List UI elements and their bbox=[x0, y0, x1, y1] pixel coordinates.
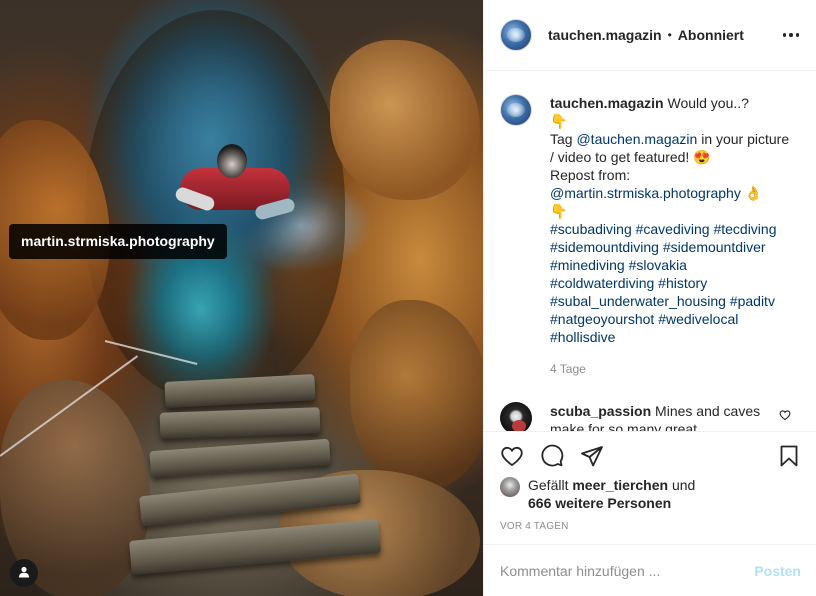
hashtag-line[interactable]: #natgeoyourshot #wedivelocal bbox=[550, 310, 795, 328]
hashtag-line[interactable]: #hollisdive bbox=[550, 328, 795, 346]
tagged-users-button[interactable] bbox=[10, 559, 38, 587]
likes-prefix: Gefällt bbox=[528, 477, 569, 493]
caption-username[interactable]: tauchen.magazin bbox=[550, 95, 664, 111]
comment-icon[interactable] bbox=[540, 444, 564, 468]
author-avatar[interactable] bbox=[500, 19, 532, 51]
add-comment-bar: Posten bbox=[484, 544, 816, 596]
hashtag-line[interactable]: #subal_underwater_housing #paditv bbox=[550, 292, 795, 310]
caption-line: 👇 bbox=[550, 113, 568, 129]
author-username[interactable]: tauchen.magazin bbox=[548, 27, 662, 43]
likes-connector: und bbox=[671, 477, 696, 493]
rock-wall bbox=[330, 40, 480, 200]
likes-summary: Gefällt meer_tierchen und 666 weitere Pe… bbox=[484, 476, 816, 512]
caption-line: Tag bbox=[550, 131, 573, 147]
rock-wall bbox=[350, 300, 483, 490]
comment-text: scuba_passion Mines and caves make for s… bbox=[550, 402, 770, 431]
bookmark-icon[interactable] bbox=[777, 444, 801, 468]
ellipsis-icon[interactable] bbox=[780, 25, 802, 45]
comments-list[interactable]: tauchen.magazin Would you..? 👇 Tag @tauc… bbox=[484, 72, 816, 431]
hashtag-line[interactable]: #minediving #slovakia bbox=[550, 256, 795, 274]
liker-username[interactable]: meer_tierchen bbox=[572, 477, 668, 493]
commenter-username[interactable]: scuba_passion bbox=[550, 403, 651, 419]
commenter-avatar[interactable] bbox=[500, 402, 532, 431]
caption-line: Repost from: bbox=[550, 167, 631, 183]
heart-icon[interactable] bbox=[500, 444, 524, 468]
share-icon[interactable] bbox=[580, 444, 604, 468]
comment-input[interactable] bbox=[500, 562, 755, 579]
list-item: scuba_passion Mines and caves make for s… bbox=[500, 402, 801, 431]
caption: tauchen.magazin Would you..? 👇 Tag @tauc… bbox=[500, 94, 801, 378]
post-date[interactable]: VOR 4 TAGEN bbox=[484, 521, 816, 532]
likes-count-link[interactable]: 666 weitere Personen bbox=[528, 495, 671, 511]
post-header: tauchen.magazin • Abonniert bbox=[484, 0, 816, 71]
hashtag-line[interactable]: #sidemountdiving #sidemountdiver bbox=[550, 238, 795, 256]
liker-avatar[interactable] bbox=[500, 477, 520, 497]
likes-text: Gefällt meer_tierchen und 666 weitere Pe… bbox=[528, 476, 695, 512]
tagged-user-label[interactable]: martin.strmiska.photography bbox=[9, 224, 227, 259]
hashtag-line[interactable]: #coldwaterdiving #history bbox=[550, 274, 795, 292]
caption-line: 👌 bbox=[744, 185, 763, 201]
separator-dot: • bbox=[667, 28, 672, 42]
follow-status-button[interactable]: Abonniert bbox=[678, 27, 744, 43]
stair-step bbox=[149, 438, 331, 478]
caption-avatar[interactable] bbox=[500, 94, 532, 126]
action-bar bbox=[484, 432, 816, 480]
caption-text: tauchen.magazin Would you..? 👇 Tag @tauc… bbox=[550, 94, 795, 378]
diver-head bbox=[217, 144, 247, 178]
caption-line: Would you..? bbox=[667, 95, 749, 111]
hashtag-line[interactable]: #scubadiving #cavediving #tecdiving bbox=[550, 220, 795, 238]
heart-icon[interactable] bbox=[779, 408, 791, 424]
diver bbox=[160, 140, 300, 230]
mention-link[interactable]: @tauchen.magazin bbox=[576, 131, 697, 147]
caption-time[interactable]: 4 Tage bbox=[550, 360, 795, 378]
post-comment-button[interactable]: Posten bbox=[754, 563, 801, 579]
mention-link[interactable]: @martin.strmiska.photography bbox=[550, 185, 741, 201]
post-sidebar: tauchen.magazin • Abonniert tauchen.maga… bbox=[483, 0, 816, 596]
stair-step bbox=[159, 407, 321, 439]
instagram-post: martin.strmiska.photography tauchen.maga… bbox=[0, 0, 816, 596]
caption-line: 👇 bbox=[550, 203, 568, 219]
post-actions-section: Gefällt meer_tierchen und 666 weitere Pe… bbox=[484, 431, 816, 532]
person-icon bbox=[18, 565, 30, 581]
post-image[interactable]: martin.strmiska.photography bbox=[0, 0, 483, 596]
